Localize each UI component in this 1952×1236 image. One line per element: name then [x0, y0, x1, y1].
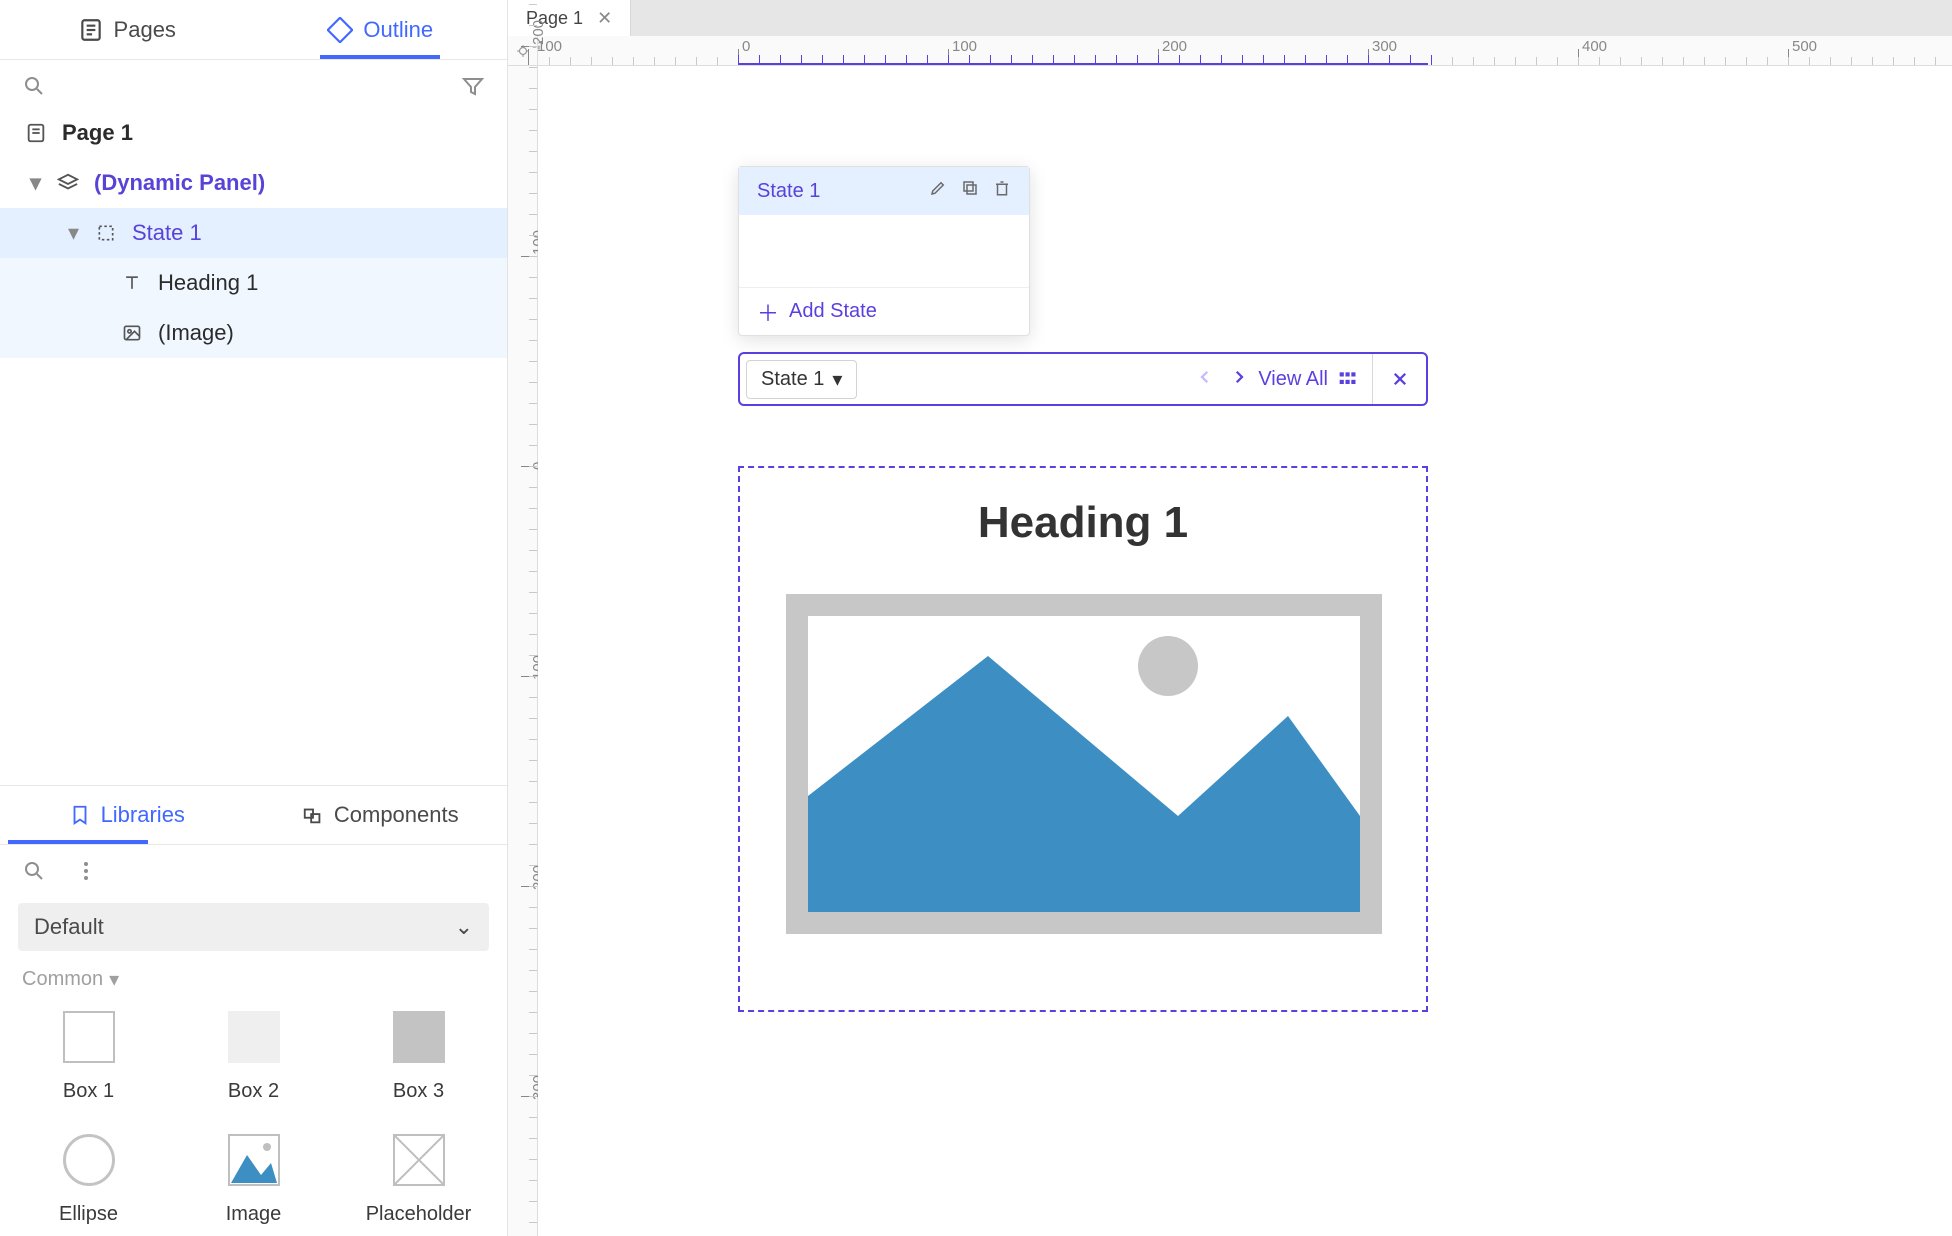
canvas-image-placeholder[interactable]	[786, 594, 1382, 934]
components-tab-label: Components	[334, 802, 459, 828]
document-tabs: Page 1 ✕	[508, 0, 1952, 36]
widget-label: Box 2	[228, 1080, 279, 1103]
page-icon	[22, 122, 50, 144]
caret-down-icon: ▾	[832, 367, 842, 392]
state-icon	[92, 223, 120, 243]
placeholder-thumb	[390, 1131, 448, 1189]
duplicate-state-button[interactable]	[961, 179, 979, 203]
library-category-label: Common	[22, 968, 103, 991]
outline-page-label: Page 1	[62, 120, 133, 146]
box3-thumb	[390, 1008, 448, 1066]
widget-box1[interactable]: Box 1	[6, 1008, 171, 1103]
image-thumb	[225, 1131, 283, 1189]
widget-label: Ellipse	[59, 1203, 118, 1226]
more-vertical-icon	[74, 859, 98, 883]
text-icon	[118, 273, 146, 293]
state-popover-item[interactable]: State 1	[739, 167, 1029, 215]
view-all-states-button[interactable]: View All	[1258, 368, 1372, 391]
outline-tab-label: Outline	[363, 17, 433, 43]
state-popover-blank	[739, 215, 1029, 287]
chevron-down-icon: ⌄	[455, 914, 473, 940]
search-icon	[22, 74, 46, 98]
horizontal-ruler[interactable]: -1000100200300400500	[538, 36, 1952, 66]
add-state-label: Add State	[789, 300, 877, 323]
image-placeholder-graphic	[808, 616, 1360, 912]
pencil-icon	[929, 179, 947, 197]
widget-box2[interactable]: Box 2	[171, 1008, 336, 1103]
pages-icon	[78, 17, 104, 43]
outline-page-row[interactable]: Page 1	[0, 108, 507, 158]
outline-search-button[interactable]	[18, 70, 50, 102]
state-toolbar: State 1 ▾ View All	[738, 352, 1428, 406]
widget-label: Placeholder	[366, 1203, 472, 1226]
outline-heading-row[interactable]: Heading 1	[0, 258, 507, 308]
outline-heading-label: Heading 1	[158, 270, 258, 296]
bookmark-icon	[69, 804, 91, 826]
components-icon	[302, 804, 324, 826]
rename-state-button[interactable]	[929, 179, 947, 203]
library-category[interactable]: Common ▾	[0, 957, 507, 998]
widget-label: Box 1	[63, 1080, 114, 1103]
vertical-ruler[interactable]: -200-1000100200300	[508, 66, 538, 1236]
chevron-down-icon: ▾	[68, 220, 88, 246]
search-icon	[22, 859, 46, 883]
outline-image-row[interactable]: (Image)	[0, 308, 507, 358]
state-dropdown[interactable]: State 1 ▾	[746, 360, 857, 399]
library-more-button[interactable]	[70, 855, 102, 887]
library-search-button[interactable]	[18, 855, 50, 887]
outline-image-label: (Image)	[158, 320, 234, 346]
outline-state-label: State 1	[132, 220, 202, 246]
close-icon	[1391, 370, 1409, 388]
box1-thumb	[60, 1008, 118, 1066]
libraries-tab[interactable]: Libraries	[0, 786, 254, 844]
library-select[interactable]: Default ⌄	[18, 903, 489, 951]
chevron-down-icon: ▾	[30, 170, 50, 196]
widget-label: Image	[226, 1203, 282, 1226]
layers-icon	[54, 172, 82, 194]
library-select-label: Default	[34, 914, 104, 940]
pages-tab-label: Pages	[114, 17, 176, 43]
document-tab[interactable]: Page 1 ✕	[508, 0, 631, 36]
ellipse-thumb	[60, 1131, 118, 1189]
outline-dynamic-panel-row[interactable]: ▾ (Dynamic Panel)	[0, 158, 507, 208]
trash-icon	[993, 179, 1011, 197]
delete-state-button[interactable]	[993, 179, 1011, 203]
close-state-bar-button[interactable]	[1372, 354, 1426, 404]
libraries-tab-label: Libraries	[101, 802, 185, 828]
outline-tab[interactable]: Outline	[254, 0, 508, 59]
plus-icon: ＋	[757, 296, 779, 328]
canvas[interactable]: Heading 1 State 1 ▾	[538, 66, 1952, 1236]
widget-ellipse[interactable]: Ellipse	[6, 1131, 171, 1226]
copy-icon	[961, 179, 979, 197]
view-all-label: View All	[1258, 368, 1328, 391]
caret-down-icon: ▾	[109, 967, 119, 992]
box2-thumb	[225, 1008, 283, 1066]
outline-filter-button[interactable]	[457, 70, 489, 102]
next-state-button[interactable]	[1230, 368, 1248, 391]
state-popover-item-label: State 1	[757, 180, 820, 203]
state-dropdown-label: State 1	[761, 368, 824, 391]
left-sidebar: Pages Outline Page 1	[0, 0, 508, 1236]
image-icon	[118, 323, 146, 343]
prev-state-button[interactable]	[1196, 368, 1214, 391]
dynamic-panel-selection[interactable]: Heading 1	[738, 466, 1428, 1012]
widget-placeholder[interactable]: Placeholder	[336, 1131, 501, 1226]
canvas-heading[interactable]: Heading 1	[740, 498, 1426, 548]
state-popover: State 1 ＋ Add State	[738, 166, 1030, 336]
add-state-button[interactable]: ＋ Add State	[739, 287, 1029, 335]
filter-icon	[461, 74, 485, 98]
components-tab[interactable]: Components	[254, 786, 508, 844]
grid-icon	[1338, 369, 1358, 389]
main-area: Page 1 ✕ -1000100200300400500 -200-10001…	[508, 0, 1952, 1236]
widget-label: Box 3	[393, 1080, 444, 1103]
widget-image[interactable]: Image	[171, 1131, 336, 1226]
close-icon[interactable]: ✕	[597, 8, 612, 29]
widget-box3[interactable]: Box 3	[336, 1008, 501, 1103]
outline-icon	[327, 17, 353, 43]
outline-dp-label: (Dynamic Panel)	[94, 170, 265, 196]
pages-tab[interactable]: Pages	[0, 0, 254, 59]
outline-state-row[interactable]: ▾ State 1	[0, 208, 507, 258]
